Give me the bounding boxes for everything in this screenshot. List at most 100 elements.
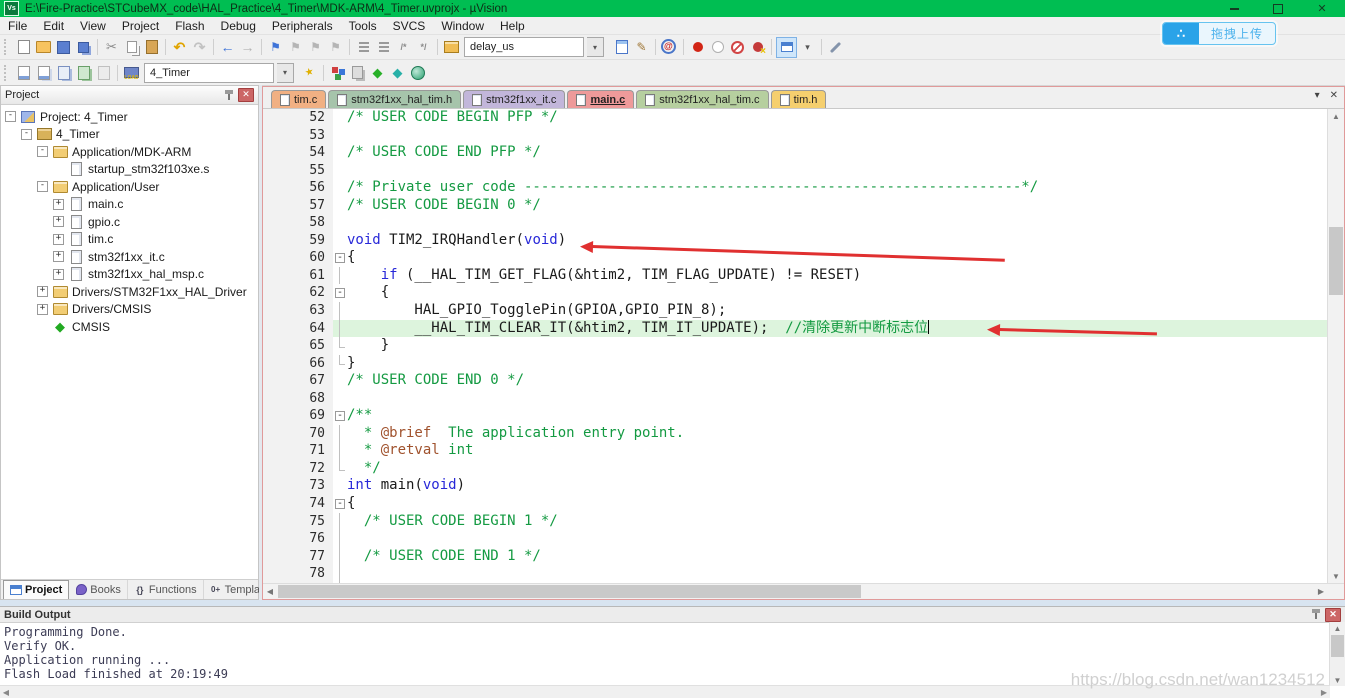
editor-tab-tim.h[interactable]: tim.h — [771, 90, 827, 108]
code-line-72[interactable]: 72 */ — [263, 460, 1327, 478]
options-wand-icon[interactable] — [300, 63, 319, 82]
line-number[interactable]: 75 — [263, 513, 333, 531]
line-number[interactable]: 53 — [263, 127, 333, 145]
tab-list-dropdown-icon[interactable]: ▾ — [1315, 90, 1320, 101]
bookmark-prev-icon[interactable] — [286, 38, 305, 57]
code-line-56[interactable]: 56/* Private user code -----------------… — [263, 179, 1327, 197]
code-line-63[interactable]: 63 HAL_GPIO_TogglePin(GPIOA,GPIO_PIN_8); — [263, 302, 1327, 320]
code-line-68[interactable]: 68 — [263, 390, 1327, 408]
target-select[interactable]: 4_Timer — [144, 63, 274, 83]
code-line-69[interactable]: 69/** — [263, 407, 1327, 425]
close-panel-icon[interactable] — [1325, 608, 1341, 622]
code-line-58[interactable]: 58 — [263, 214, 1327, 232]
tree-expander-icon[interactable]: + — [53, 216, 64, 227]
translate-icon[interactable] — [14, 63, 33, 82]
line-number[interactable]: 60 — [263, 249, 333, 267]
tree-item[interactable]: +Drivers/STM32F1xx_HAL_Driver — [1, 283, 258, 301]
editor-tab-stm32f1xx_hal_tim.c[interactable]: stm32f1xx_hal_tim.c — [636, 90, 768, 108]
tree-item[interactable]: +stm32f1xx_it.c — [1, 248, 258, 266]
panel-tab-project[interactable]: Project — [3, 580, 69, 599]
lookup-icon[interactable] — [612, 38, 631, 57]
line-number[interactable]: 71 — [263, 442, 333, 460]
scroll-down-icon[interactable]: ▼ — [1328, 569, 1344, 583]
comment-icon[interactable] — [394, 38, 413, 57]
tree-expander-icon[interactable]: - — [21, 129, 32, 140]
close-document-icon[interactable]: ✕ — [1330, 90, 1338, 101]
menu-item-window[interactable]: Window — [433, 17, 492, 34]
bookmark-next-icon[interactable] — [306, 38, 325, 57]
code-line-55[interactable]: 55 — [263, 162, 1327, 180]
search-combo[interactable]: delay_us — [464, 37, 584, 57]
line-number[interactable]: 52 — [263, 109, 333, 127]
indent-icon[interactable] — [354, 38, 373, 57]
file-extensions-icon[interactable] — [348, 63, 367, 82]
code-line-64[interactable]: 64 __HAL_TIM_CLEAR_IT(&htim2, TIM_IT_UPD… — [263, 320, 1327, 338]
line-number[interactable]: 62 — [263, 284, 333, 302]
scroll-left-icon[interactable]: ◀ — [0, 686, 12, 698]
line-number[interactable]: 69 — [263, 407, 333, 425]
pack-installer-icon[interactable] — [408, 63, 427, 82]
at-magnifier-icon[interactable] — [660, 38, 679, 57]
tree-item[interactable]: +Drivers/CMSIS — [1, 301, 258, 319]
close-panel-icon[interactable] — [238, 88, 254, 102]
bp-insert-icon[interactable] — [688, 38, 707, 57]
rebuild-icon[interactable] — [54, 63, 73, 82]
menu-item-debug[interactable]: Debug — [213, 17, 264, 34]
fold-open-icon[interactable] — [333, 249, 347, 267]
fold-open-icon[interactable] — [333, 284, 347, 302]
pin-icon[interactable] — [1311, 609, 1321, 620]
scroll-left-icon[interactable]: ◀ — [263, 584, 277, 599]
code-area[interactable]: 52/* USER CODE BEGIN PFP */5354/* USER C… — [263, 109, 1327, 583]
line-number[interactable]: 54 — [263, 144, 333, 162]
line-number[interactable]: 76 — [263, 530, 333, 548]
find-in-files-icon[interactable] — [442, 38, 461, 57]
tree-item[interactable]: -Application/User — [1, 178, 258, 196]
scroll-up-icon[interactable]: ▲ — [1330, 622, 1345, 634]
search-combo-dropdown[interactable]: ▾ — [587, 37, 604, 57]
code-line-73[interactable]: 73int main(void) — [263, 477, 1327, 495]
editor-tab-main.c[interactable]: main.c — [567, 90, 634, 108]
line-number[interactable]: 58 — [263, 214, 333, 232]
tree-item[interactable]: -Project: 4_Timer — [1, 108, 258, 126]
unindent-icon[interactable] — [374, 38, 393, 57]
line-number[interactable]: 72 — [263, 460, 333, 478]
code-line-62[interactable]: 62 { — [263, 284, 1327, 302]
menu-item-peripherals[interactable]: Peripherals — [264, 17, 341, 34]
cut-icon[interactable] — [102, 38, 121, 57]
stop-icon[interactable] — [94, 63, 113, 82]
code-line-59[interactable]: 59void TIM2_IRQHandler(void) — [263, 232, 1327, 250]
code-line-70[interactable]: 70 * @brief The application entry point. — [263, 425, 1327, 443]
code-line-57[interactable]: 57/* USER CODE BEGIN 0 */ — [263, 197, 1327, 215]
select-packs-icon[interactable] — [388, 63, 407, 82]
menu-item-flash[interactable]: Flash — [167, 17, 212, 34]
scrollbar-thumb[interactable] — [278, 585, 861, 598]
menu-item-help[interactable]: Help — [492, 17, 533, 34]
code-line-66[interactable]: 66} — [263, 355, 1327, 373]
code-line-75[interactable]: 75 /* USER CODE BEGIN 1 */ — [263, 513, 1327, 531]
ddw-arrow-icon[interactable] — [798, 38, 817, 57]
tree-item[interactable]: CMSIS — [1, 318, 258, 336]
line-number[interactable]: 65 — [263, 337, 333, 355]
code-line-54[interactable]: 54/* USER CODE END PFP */ — [263, 144, 1327, 162]
wrench-icon[interactable] — [826, 38, 845, 57]
copy-icon[interactable] — [122, 38, 141, 57]
line-number[interactable]: 56 — [263, 179, 333, 197]
code-line-53[interactable]: 53 — [263, 127, 1327, 145]
bp-disable-all-icon[interactable] — [728, 38, 747, 57]
debug-windows-icon[interactable] — [776, 37, 797, 58]
tree-expander-icon[interactable]: + — [37, 304, 48, 315]
editor-horizontal-scrollbar[interactable]: ◀ ▶ — [263, 583, 1344, 599]
code-line-71[interactable]: 71 * @retval int — [263, 442, 1327, 460]
tree-expander-icon[interactable]: + — [53, 234, 64, 245]
code-line-52[interactable]: 52/* USER CODE BEGIN PFP */ — [263, 109, 1327, 127]
bookmark-icon[interactable] — [266, 38, 285, 57]
menu-item-tools[interactable]: Tools — [341, 17, 385, 34]
tree-item[interactable]: startup_stm32f103xe.s — [1, 161, 258, 179]
tree-expander-icon[interactable]: + — [53, 269, 64, 280]
open-file-icon[interactable] — [34, 38, 53, 57]
editor-tab-stm32f1xx_it.c[interactable]: stm32f1xx_it.c — [463, 90, 565, 108]
line-number[interactable]: 57 — [263, 197, 333, 215]
menu-item-project[interactable]: Project — [114, 17, 167, 34]
paste-icon[interactable] — [142, 38, 161, 57]
netdisk-upload-badge[interactable]: 拖拽上传 — [1162, 22, 1276, 45]
